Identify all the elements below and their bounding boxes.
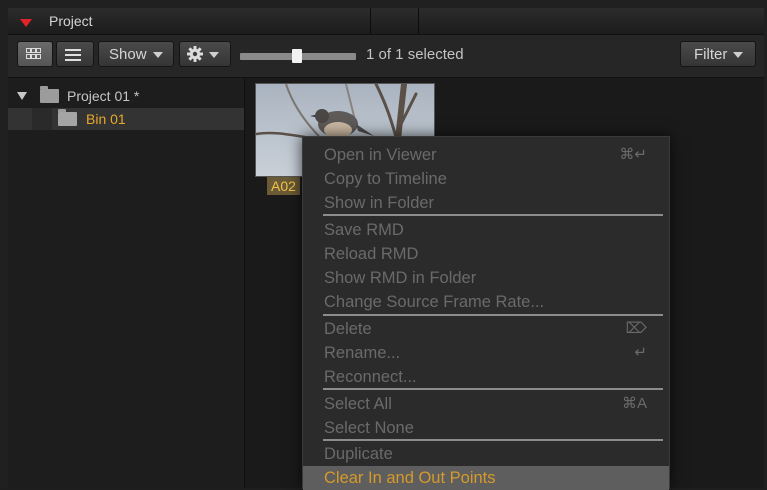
menu-item-rename[interactable]: Rename... ↵ — [303, 341, 669, 365]
menu-separator — [323, 388, 663, 390]
browser-toolbar: Show 1 of 1 selected Filter — [8, 35, 764, 78]
project-tree: Project 01 * Bin 01 — [8, 78, 245, 488]
menu-separator — [323, 214, 663, 216]
menu-item-select-all[interactable]: Select All ⌘A — [303, 392, 669, 416]
menu-item-clear-in-and-out-points[interactable]: Clear In and Out Points — [303, 466, 669, 490]
list-view-button[interactable] — [56, 41, 94, 67]
menu-item-label: Delete — [324, 320, 372, 338]
menu-item-delete[interactable]: Delete ⌦ — [303, 317, 669, 341]
filter-dropdown[interactable]: Filter — [680, 41, 756, 67]
menu-item-select-none[interactable]: Select None — [303, 416, 669, 440]
panel-title: Project — [49, 13, 93, 29]
grid-view-button[interactable] — [17, 41, 53, 67]
thumbnail-size-slider-handle[interactable] — [292, 49, 302, 63]
menu-item-label: Open in Viewer — [324, 146, 437, 164]
menu-item-show-rmd-in-folder[interactable]: Show RMD in Folder — [303, 266, 669, 290]
show-dropdown-label: Show — [109, 46, 147, 63]
show-dropdown[interactable]: Show — [98, 41, 174, 67]
panel-title-bar: Project — [8, 8, 764, 35]
folder-icon — [58, 109, 77, 126]
menu-item-label: Show in Folder — [324, 194, 435, 212]
title-divider — [370, 8, 371, 34]
collapse-triangle-icon[interactable] — [20, 19, 32, 27]
selection-status: 1 of 1 selected — [366, 46, 464, 63]
menu-item-label: Rename... — [324, 344, 401, 362]
menu-item-label: Change Source Frame Rate... — [324, 293, 545, 311]
chevron-down-icon — [152, 52, 163, 59]
list-view-icon — [65, 49, 81, 61]
delete-key-icon: ⌦ — [625, 320, 647, 337]
grid-view-icon — [26, 48, 41, 60]
settings-dropdown[interactable] — [179, 41, 231, 67]
title-divider — [418, 8, 419, 34]
return-key-icon: ↵ — [634, 344, 647, 361]
clip-context-menu: Open in Viewer ⌘↵ Copy to Timeline Show … — [302, 136, 670, 490]
tree-item-bin[interactable]: Bin 01 — [8, 108, 244, 130]
menu-item-label: Save RMD — [324, 221, 404, 239]
menu-item-label: Duplicate — [324, 445, 393, 463]
expand-triangle-icon[interactable] — [17, 92, 27, 100]
shortcut-text: ⌘↵ — [619, 146, 647, 163]
project-panel: Project Show 1 of 1 selected Filter Proj… — [0, 0, 767, 490]
menu-item-label: Clear In and Out Points — [324, 469, 496, 487]
menu-separator — [323, 439, 663, 441]
menu-item-label: Show RMD in Folder — [324, 269, 477, 287]
menu-item-label: Reload RMD — [324, 245, 419, 263]
menu-item-label: Reconnect... — [324, 368, 417, 386]
menu-item-show-in-folder[interactable]: Show in Folder — [303, 191, 669, 215]
menu-item-save-rmd[interactable]: Save RMD — [303, 218, 669, 242]
menu-item-label: Copy to Timeline — [324, 170, 447, 188]
menu-separator — [323, 314, 663, 316]
shortcut-text: ⌘A — [621, 395, 647, 412]
menu-item-open-in-viewer[interactable]: Open in Viewer ⌘↵ — [303, 143, 669, 167]
menu-item-reload-rmd[interactable]: Reload RMD — [303, 242, 669, 266]
menu-item-label: Select None — [324, 419, 414, 437]
menu-item-change-source-frame-rate[interactable]: Change Source Frame Rate... — [303, 290, 669, 314]
tree-item-project[interactable]: Project 01 * — [8, 85, 244, 107]
menu-item-copy-to-timeline[interactable]: Copy to Timeline — [303, 167, 669, 191]
menu-item-duplicate[interactable]: Duplicate — [303, 442, 669, 466]
folder-icon — [40, 86, 59, 103]
tree-item-label: Project 01 * — [67, 88, 140, 104]
chevron-down-icon — [733, 52, 744, 59]
chevron-down-icon — [209, 52, 219, 59]
menu-item-label: Select All — [324, 395, 392, 413]
tree-item-label: Bin 01 — [86, 111, 126, 127]
gear-icon — [187, 46, 203, 62]
filter-dropdown-label: Filter — [694, 46, 728, 63]
clip-name-label[interactable]: A02 — [267, 177, 300, 195]
tree-indent — [32, 108, 52, 130]
menu-item-reconnect[interactable]: Reconnect... — [303, 365, 669, 389]
